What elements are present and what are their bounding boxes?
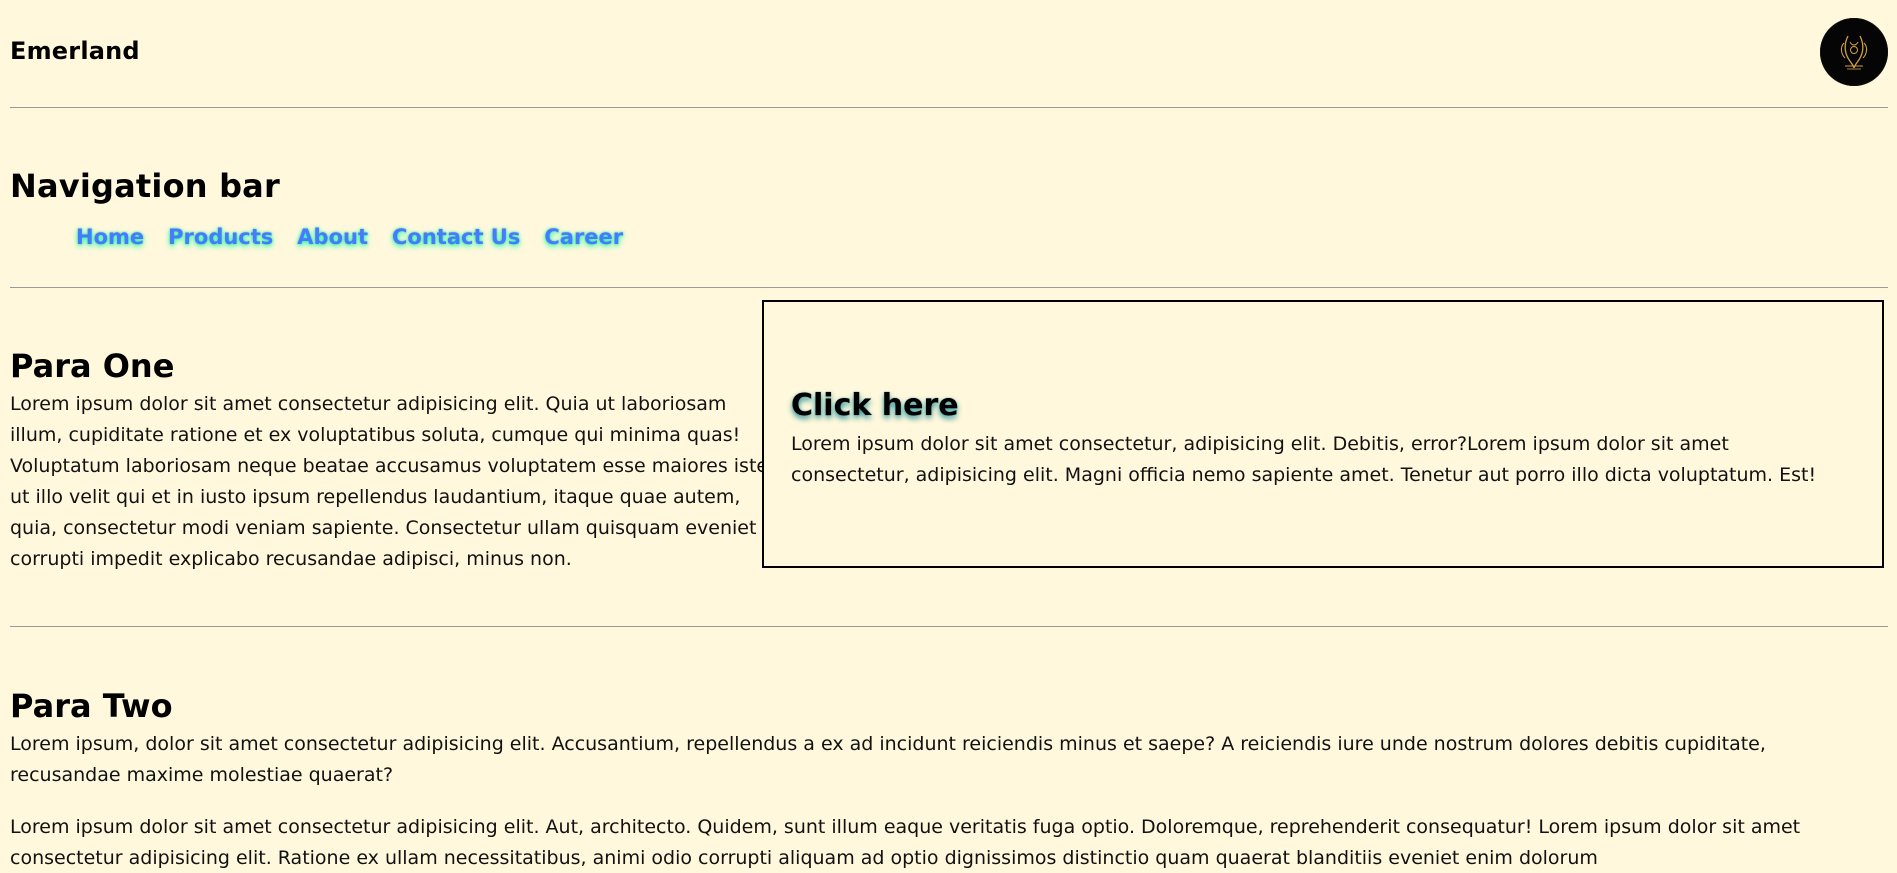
nav-item-contact-us: Contact Us <box>392 223 520 251</box>
header-divider <box>10 107 1888 108</box>
navigation-title: Navigation bar <box>10 166 280 205</box>
click-card-text: Lorem ipsum dolor sit amet consectetur, … <box>791 433 1817 486</box>
navigation-divider <box>10 287 1888 288</box>
navigation-menu: Home Products About Contact Us Career <box>76 223 647 251</box>
click-here-heading[interactable]: Click here <box>791 388 959 424</box>
para-two-text-1: Lorem ipsum, dolor sit amet consectetur … <box>10 733 1766 786</box>
click-card[interactable]: Click here Lorem ipsum dolor sit amet co… <box>762 300 1884 568</box>
nav-item-about: About <box>297 223 368 251</box>
nav-link-contact-us[interactable]: Contact Us <box>392 223 520 251</box>
nav-item-career: Career <box>544 223 623 251</box>
para-one-text: Lorem ipsum dolor sit amet consectetur a… <box>10 393 769 570</box>
para-one-divider <box>10 626 1888 627</box>
logo-icon-graphic <box>1821 19 1887 85</box>
brand-name: Emerland <box>10 37 140 65</box>
page: Emerland Navigation bar Home Products Ab… <box>0 0 1897 873</box>
para-one-title: Para One <box>10 346 175 385</box>
nav-item-home: Home <box>76 223 144 251</box>
nav-link-career[interactable]: Career <box>544 223 623 251</box>
logo-icon[interactable] <box>1820 18 1888 86</box>
site-header: Emerland <box>0 0 1897 106</box>
nav-item-products: Products <box>168 223 273 251</box>
para-two-text-2: Lorem ipsum dolor sit amet consectetur a… <box>10 816 1801 869</box>
nav-link-products[interactable]: Products <box>168 223 273 251</box>
nav-link-about[interactable]: About <box>297 223 368 251</box>
nav-link-home[interactable]: Home <box>76 223 144 251</box>
para-two-title: Para Two <box>10 686 173 725</box>
